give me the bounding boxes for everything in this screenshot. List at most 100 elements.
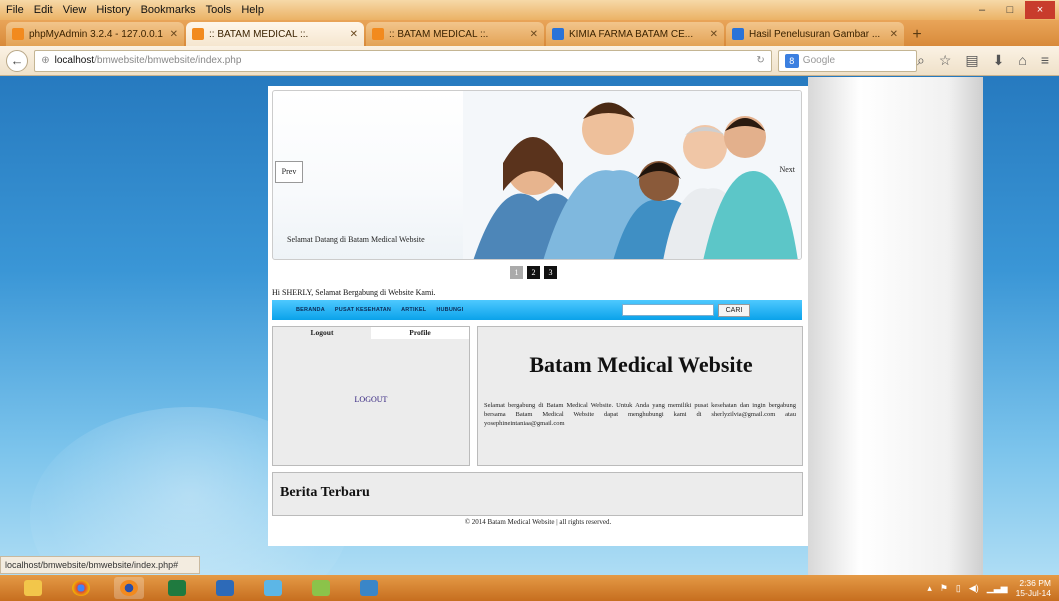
- taskbar-chrome[interactable]: [66, 577, 96, 599]
- tab-label: Hasil Penelusuran Gambar ...: [749, 28, 881, 40]
- hamburger-menu-icon[interactable]: ≡: [1041, 52, 1049, 69]
- toolbar-icons: ⌕ ☆ ▤ ⬇ ⌂ ≡: [917, 52, 1053, 69]
- battery-icon[interactable]: ▯: [956, 583, 961, 594]
- menu-edit[interactable]: Edit: [34, 4, 53, 16]
- site-menu: BERANDA PUSAT KESEHATAN ARTIKEL HUBUNGI: [296, 307, 463, 313]
- close-tab-icon[interactable]: ✕: [710, 29, 718, 40]
- page-2-button[interactable]: 2: [527, 266, 540, 279]
- tab-phpmyadmin[interactable]: phpMyAdmin 3.2.4 - 127.0.0.1 ✕: [6, 22, 184, 46]
- taskbar-shared-folder[interactable]: [258, 577, 288, 599]
- tray-arrow-icon[interactable]: ▴: [927, 583, 932, 594]
- url-path: /bmwebsite/bmwebsite/index.php: [94, 55, 242, 66]
- menu-artikel[interactable]: ARTIKEL: [401, 307, 426, 313]
- home-icon[interactable]: ⌂: [1018, 52, 1026, 69]
- firefox-icon: [120, 580, 138, 596]
- menu-help[interactable]: Help: [241, 4, 264, 16]
- slide-pager: 1 2 3: [510, 266, 557, 279]
- url-bar[interactable]: ⊕ localhost/bmwebsite/bmwebsite/index.ph…: [34, 49, 772, 72]
- minimize-button[interactable]: –: [969, 1, 995, 19]
- tab-kimia-farma[interactable]: KIMIA FARMA BATAM CE... ✕: [546, 22, 724, 46]
- menu-bar: File Edit View History Bookmarks Tools H…: [0, 0, 1059, 20]
- tab-label: :: BATAM MEDICAL ::.: [209, 28, 309, 40]
- clock[interactable]: 2:36 PM 15-Jul-14: [1016, 578, 1051, 598]
- side-tabs: Logout Profile: [273, 327, 469, 339]
- site-search-button[interactable]: CARI: [718, 303, 750, 317]
- user-side-panel: Logout Profile LOGOUT: [272, 326, 470, 466]
- next-slide-button[interactable]: Next: [779, 165, 795, 174]
- google-favicon-icon: [552, 28, 564, 40]
- taskbar: ▴ ⚑ ▯ ◀) ▁▃▅ 2:36 PM 15-Jul-14: [0, 575, 1059, 601]
- site-favicon-icon: [372, 28, 384, 40]
- logout-link[interactable]: LOGOUT: [273, 395, 469, 404]
- taskbar-firefox[interactable]: [114, 577, 144, 599]
- page-3-button[interactable]: 3: [544, 266, 557, 279]
- volume-icon[interactable]: ◀): [969, 583, 979, 594]
- chrome-icon: [72, 580, 90, 596]
- url-host: localhost: [54, 55, 95, 66]
- flag-icon[interactable]: ⚑: [940, 583, 948, 594]
- bookmark-star-icon[interactable]: ☆: [939, 52, 952, 69]
- page-1-button[interactable]: 1: [510, 266, 523, 279]
- network-signal-icon[interactable]: ▁▃▅: [987, 583, 1008, 594]
- clipboard-icon[interactable]: ▤: [965, 52, 978, 69]
- menu-history[interactable]: History: [96, 4, 130, 16]
- tab-label: :: BATAM MEDICAL ::.: [389, 28, 489, 40]
- menu-hubungi[interactable]: HUBUNGI: [436, 307, 463, 313]
- taskbar-remote-desktop[interactable]: [354, 577, 384, 599]
- search-icon[interactable]: ⌕: [917, 52, 925, 69]
- download-arrow-icon[interactable]: ⬇: [993, 52, 1005, 69]
- reload-icon[interactable]: ↻: [756, 55, 764, 66]
- presentation-icon: [216, 580, 234, 596]
- site-footer: © 2014 Batam Medical Website | all right…: [464, 518, 612, 526]
- monitor-icon: [360, 580, 378, 596]
- globe-icon: ⊕: [41, 55, 50, 66]
- prev-slide-button[interactable]: Prev: [275, 161, 303, 183]
- phpmyadmin-favicon-icon: [12, 28, 24, 40]
- tab-profile[interactable]: Profile: [371, 327, 469, 339]
- search-engine-box[interactable]: 8 Google: [777, 49, 917, 72]
- new-tab-icon[interactable]: +: [906, 24, 928, 46]
- menu-beranda[interactable]: BERANDA: [296, 307, 325, 313]
- tab-logout[interactable]: Logout: [273, 327, 371, 339]
- news-heading: Berita Terbaru: [280, 485, 370, 500]
- site-search-input[interactable]: [622, 304, 714, 316]
- clock-time: 2:36 PM: [1019, 578, 1051, 588]
- menu-view[interactable]: View: [63, 4, 87, 16]
- google-search-icon: 8: [784, 53, 799, 68]
- page-viewport: Prev Next Selamat Datang di Batam Medica…: [0, 77, 1059, 575]
- menu-pusat-kesehatan[interactable]: PUSAT KESEHATAN: [335, 307, 391, 313]
- system-tray: ▴ ⚑ ▯ ◀) ▁▃▅ 2:36 PM 15-Jul-14: [927, 578, 1059, 598]
- slideshow-banner: Prev Next Selamat Datang di Batam Medica…: [272, 90, 802, 260]
- tab-bar: phpMyAdmin 3.2.4 - 127.0.0.1 ✕ :: BATAM …: [0, 20, 1059, 46]
- maximize-button[interactable]: □: [997, 1, 1023, 19]
- tab-image-search[interactable]: Hasil Penelusuran Gambar ... ✕: [726, 22, 904, 46]
- taskbar-explorer[interactable]: [18, 577, 48, 599]
- google-favicon-icon: [732, 28, 744, 40]
- menu-file[interactable]: File: [6, 4, 24, 16]
- menu-tools[interactable]: Tools: [206, 4, 232, 16]
- news-panel: Berita Terbaru: [272, 472, 803, 516]
- close-tab-icon[interactable]: ✕: [350, 29, 358, 40]
- site-favicon-icon: [192, 28, 204, 40]
- tab-batam-medical-active[interactable]: :: BATAM MEDICAL ::. ✕: [186, 22, 364, 46]
- close-tab-icon[interactable]: ✕: [170, 29, 178, 40]
- close-window-button[interactable]: ×: [1025, 1, 1055, 19]
- slide-caption: Selamat Datang di Batam Medical Website: [287, 235, 425, 244]
- user-greeting: Hi SHERLY, Selamat Bergabung di Website …: [272, 288, 436, 297]
- taskbar-paint[interactable]: [306, 577, 336, 599]
- back-arrow-icon[interactable]: ←: [6, 49, 29, 72]
- tab-label: phpMyAdmin 3.2.4 - 127.0.0.1: [29, 28, 163, 40]
- close-tab-icon[interactable]: ✕: [890, 29, 898, 40]
- close-tab-icon[interactable]: ✕: [530, 29, 538, 40]
- tab-batam-medical[interactable]: :: BATAM MEDICAL ::. ✕: [366, 22, 544, 46]
- website-container: Prev Next Selamat Datang di Batam Medica…: [268, 86, 808, 546]
- status-bar-url: localhost/bmwebsite/bmwebsite/index.php#: [0, 556, 200, 574]
- main-content-panel: Batam Medical Website Selamat bergabung …: [477, 326, 803, 466]
- welcome-paragraph: Selamat bergabung di Batam Medical Websi…: [484, 402, 796, 427]
- taskbar-excel[interactable]: [162, 577, 192, 599]
- excel-icon: [168, 580, 186, 596]
- page-title: Batam Medical Website: [529, 352, 753, 377]
- menu-bookmarks[interactable]: Bookmarks: [141, 4, 196, 16]
- site-nav-strip: BERANDA PUSAT KESEHATAN ARTIKEL HUBUNGI …: [272, 300, 802, 320]
- taskbar-powerpoint[interactable]: [210, 577, 240, 599]
